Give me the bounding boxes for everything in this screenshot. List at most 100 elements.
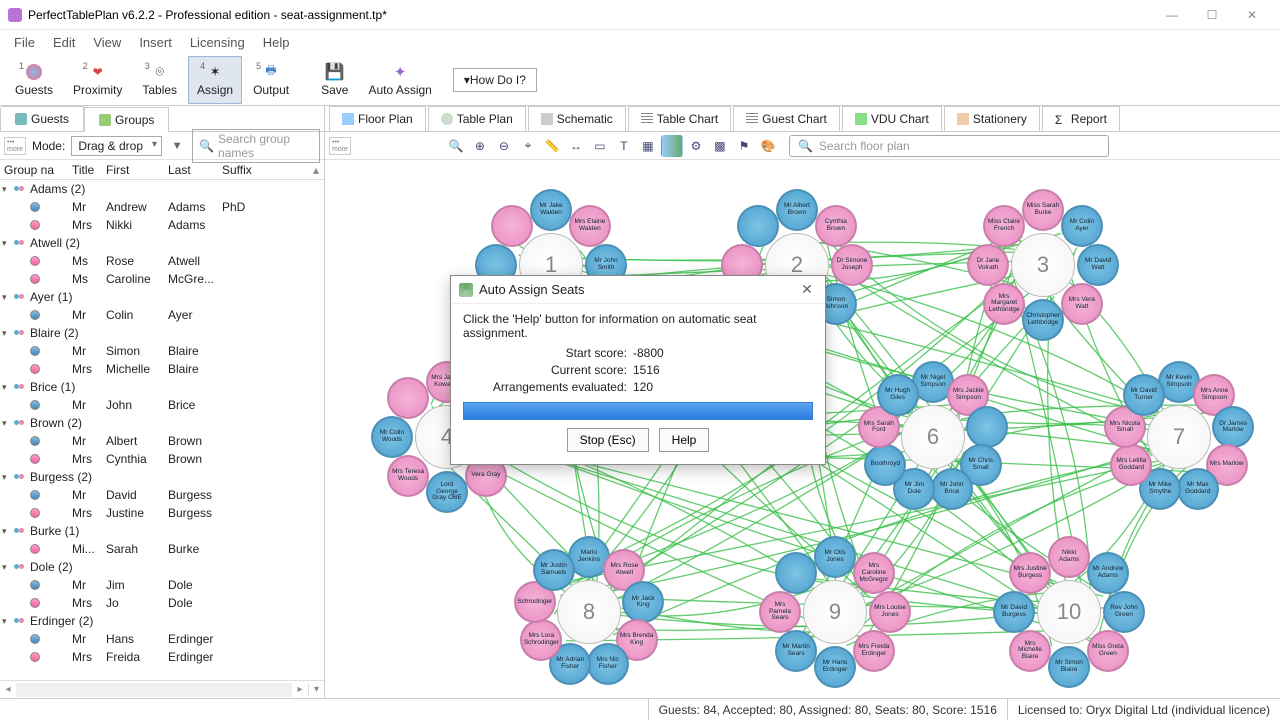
more-icon[interactable]: •••more [4,137,26,155]
seat[interactable]: Mr Martin Sears [775,630,817,672]
arrow-icon[interactable]: ↔ [565,135,587,157]
text-icon[interactable]: T [613,135,635,157]
menu-edit[interactable]: Edit [45,33,83,52]
tab-table-plan[interactable]: Table Plan [428,106,526,131]
seat[interactable]: Mrs Teresa Woods [387,455,429,497]
floor-search-input[interactable]: 🔍Search floor plan [789,135,1109,157]
grid-icon[interactable]: ▩ [709,135,731,157]
table-10[interactable]: 10 [1037,580,1101,644]
guest-row[interactable]: MrDavidBurgess [0,486,324,504]
tab-floor-plan[interactable]: Floor Plan [329,106,426,131]
tab-groups[interactable]: Groups [84,107,169,132]
menu-file[interactable]: File [6,33,43,52]
filter-icon[interactable]: ▼ [168,137,186,155]
seat[interactable]: Dr Jane Volrath [967,244,1009,286]
ruler-icon[interactable]: 📏 [541,135,563,157]
rect-icon[interactable]: ▭ [589,135,611,157]
table-6[interactable]: 6 [901,405,965,469]
guest-row[interactable]: MrAndrewAdamsPhD [0,198,324,216]
step-tables-button[interactable]: 3⌾Tables [133,56,186,104]
group-search-input[interactable]: 🔍Search group names [192,129,320,163]
seat[interactable] [491,205,533,247]
guest-row[interactable]: MrsCynthiaBrown [0,450,324,468]
zoom-out-icon[interactable]: ⊖ [493,135,515,157]
seat[interactable]: Christopher Lethbridge [1022,299,1064,341]
group-row[interactable]: ▾Ayer (1) [0,288,324,306]
guest-row[interactable]: MrsJoDole [0,594,324,612]
group-row[interactable]: ▾Brice (1) [0,378,324,396]
dialog-close-button[interactable]: ✕ [797,281,817,298]
guest-row[interactable]: MrHansErdinger [0,630,324,648]
guest-row[interactable]: MrsNikkiAdams [0,216,324,234]
groups-hscroll[interactable]: ◂▸▾ [0,680,324,698]
guest-row[interactable]: MrsJustineBurgess [0,504,324,522]
gradient-icon[interactable] [661,135,683,157]
minimize-button[interactable]: — [1152,0,1192,30]
gear-icon[interactable]: ⚙ [685,135,707,157]
group-row[interactable]: ▾Burke (1) [0,522,324,540]
seat[interactable]: Mr Jake Walden [530,189,572,231]
seat[interactable]: Mr Hans Erdinger [814,646,856,688]
seat[interactable]: Mrs Margaret Lethbridge [983,283,1025,325]
seat[interactable] [737,205,779,247]
seat[interactable]: Miss Claire French [983,205,1025,247]
seat[interactable]: Mrs Pamela Sears [759,591,801,633]
seat[interactable]: Mrs Lora Schrodinger [520,619,562,661]
group-row[interactable]: ▾Dole (2) [0,558,324,576]
seat[interactable]: Mr David Burgess [993,591,1035,633]
close-button[interactable]: ✕ [1232,0,1272,30]
group-row[interactable]: ▾Blaire (2) [0,324,324,342]
guest-row[interactable]: MsCarolineMcGre... [0,270,324,288]
seat[interactable]: Mrs Vera Watt [1061,283,1103,325]
menu-licensing[interactable]: Licensing [182,33,253,52]
step-output-button[interactable]: 5🖶Output [244,56,298,104]
group-row[interactable]: ▾Erdinger (2) [0,612,324,630]
guest-row[interactable]: MrAlbertBrown [0,432,324,450]
tab-vdu-chart[interactable]: VDU Chart [842,106,942,131]
seat[interactable]: Mrs Michelle Blaire [1009,630,1051,672]
col-first[interactable]: First [102,161,164,179]
col-group[interactable]: Group na [0,161,68,179]
seat[interactable]: Mr Otis Jones [814,536,856,578]
seat[interactable]: Mr David Turner [1123,374,1165,416]
seat[interactable]: Mr Simon Blaire [1048,646,1090,688]
more-icon[interactable]: •••more [329,137,351,155]
seat[interactable]: Mr Andrew Adams [1087,552,1129,594]
table-7[interactable]: 7 [1147,405,1211,469]
guest-row[interactable]: MrsFreidaErdinger [0,648,324,666]
seat[interactable]: Mrs Freida Erdinger [853,630,895,672]
table-9[interactable]: 9 [803,580,867,644]
seat[interactable]: Mr Max Goddard [1177,468,1219,510]
seat[interactable]: Mrs Nic Fisher [587,643,629,685]
palette-icon[interactable]: 🎨 [757,135,779,157]
step-guests-button[interactable]: 1Guests [6,56,62,104]
seat[interactable]: Cynthia Brown [815,205,857,247]
how-do-i-button[interactable]: ▾How Do I? [453,68,537,92]
scroll-up-icon[interactable]: ▴ [308,163,324,177]
guest-row[interactable]: MrJimDole [0,576,324,594]
guest-row[interactable]: Mi...SarahBurke [0,540,324,558]
seat[interactable]: Mr Colin Woods [371,416,413,458]
group-row[interactable]: ▾Burgess (2) [0,468,324,486]
menu-help[interactable]: Help [255,33,298,52]
image-icon[interactable]: ▦ [637,135,659,157]
guest-row[interactable]: MsRoseAtwell [0,252,324,270]
tab-schematic[interactable]: Schematic [528,106,626,131]
menu-view[interactable]: View [85,33,129,52]
tab-report[interactable]: ΣReport [1042,106,1120,131]
save-button[interactable]: 💾Save [312,56,357,104]
seat[interactable]: Mr Justin Samuels [533,549,575,591]
menu-insert[interactable]: Insert [131,33,180,52]
seat[interactable]: Mrs Elaine Walden [569,205,611,247]
seat[interactable]: Mrs Caroline McGregor [853,552,895,594]
col-suffix[interactable]: Suffix [218,161,268,179]
seat[interactable]: Boothroyd [864,444,906,486]
group-row[interactable]: ▾Brown (2) [0,414,324,432]
auto-assign-button[interactable]: ✦Auto Assign [359,56,440,104]
seat[interactable]: Rev John Green [1103,591,1145,633]
tab-stationery[interactable]: Stationery [944,106,1040,131]
tab-table-chart[interactable]: Table Chart [628,106,731,131]
guest-row[interactable]: MrsMichelleBlaire [0,360,324,378]
help-button[interactable]: Help [659,428,710,452]
seat[interactable] [775,552,817,594]
